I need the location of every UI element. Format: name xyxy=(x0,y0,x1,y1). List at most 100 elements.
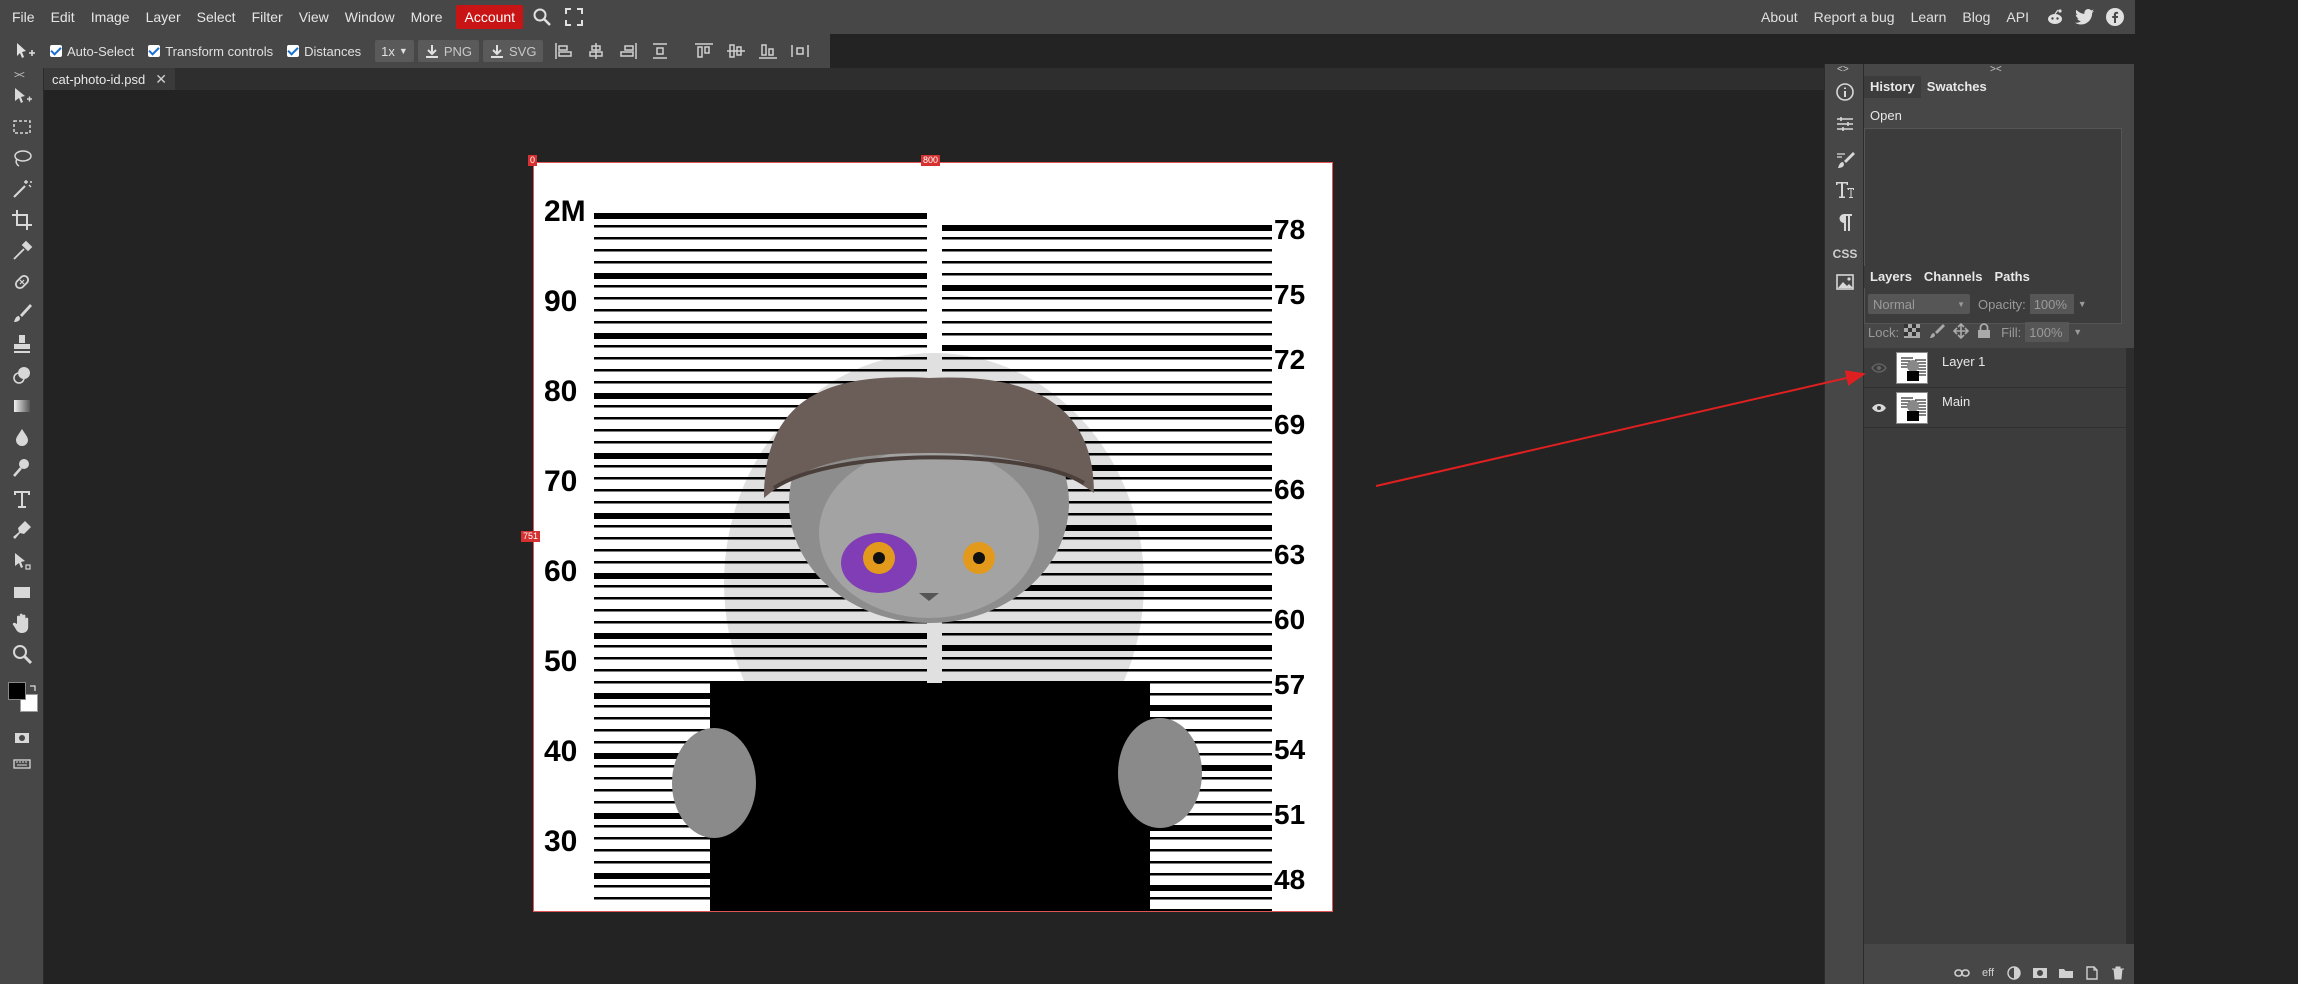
collapse-strip-button[interactable]: <> xyxy=(1837,64,1849,75)
align-bottom-icon[interactable] xyxy=(757,40,779,62)
export-svg-button[interactable]: SVG xyxy=(483,40,544,62)
report-bug-link[interactable]: Report a bug xyxy=(1806,9,1903,25)
link-layers-icon[interactable] xyxy=(1954,966,1970,980)
info-icon[interactable] xyxy=(1833,80,1857,104)
lasso-tool-icon[interactable] xyxy=(8,144,36,172)
eraser-tool-icon[interactable] xyxy=(8,361,36,389)
blur-tool-icon[interactable] xyxy=(8,423,36,451)
collapse-toolbar-button[interactable]: >< xyxy=(14,70,25,81)
path-select-tool-icon[interactable] xyxy=(8,547,36,575)
opacity-input[interactable]: 100% xyxy=(2029,294,2074,314)
marquee-tool-icon[interactable] xyxy=(8,113,36,141)
layer-row[interactable]: Main xyxy=(1864,388,2126,428)
layer-mask-icon[interactable] xyxy=(2032,966,2048,980)
chevron-down-icon[interactable]: ▼ xyxy=(2078,299,2087,309)
layer-name[interactable]: Layer 1 xyxy=(1942,354,1985,369)
healing-brush-tool-icon[interactable] xyxy=(8,268,36,296)
layer-row[interactable]: Layer 1 xyxy=(1864,348,2126,388)
type-tool-icon[interactable] xyxy=(8,485,36,513)
paragraph-icon[interactable] xyxy=(1833,210,1857,234)
move-tool-icon[interactable] xyxy=(8,82,36,110)
account-button[interactable]: Account xyxy=(456,5,524,29)
align-left-icon[interactable] xyxy=(553,40,575,62)
layer-effects-button[interactable]: eff xyxy=(1980,966,1996,980)
visibility-off-icon[interactable] xyxy=(1868,362,1890,373)
align-top-icon[interactable] xyxy=(693,40,715,62)
delete-layer-icon[interactable] xyxy=(2110,966,2126,980)
search-icon[interactable] xyxy=(529,4,555,30)
eyedropper-tool-icon[interactable] xyxy=(8,237,36,265)
blend-mode-select[interactable]: Normal ▼ xyxy=(1868,294,1970,314)
document-tab[interactable]: cat-photo-id.psd ✕ xyxy=(44,68,175,90)
facebook-icon[interactable] xyxy=(2103,5,2127,29)
magic-wand-tool-icon[interactable] xyxy=(8,175,36,203)
brush-settings-icon[interactable] xyxy=(1833,148,1857,172)
tab-swatches[interactable]: Swatches xyxy=(1921,76,1993,98)
adjustment-layer-icon[interactable] xyxy=(2006,966,2022,980)
align-right-icon[interactable] xyxy=(617,40,639,62)
menu-file[interactable]: File xyxy=(4,5,43,29)
layer-name[interactable]: Main xyxy=(1942,394,1970,409)
gradient-tool-icon[interactable] xyxy=(8,392,36,420)
blog-link[interactable]: Blog xyxy=(1954,9,1998,25)
lock-position-icon[interactable] xyxy=(1952,322,1970,342)
menu-view[interactable]: View xyxy=(291,5,337,29)
tab-paths[interactable]: Paths xyxy=(1988,266,2035,288)
hand-tool-icon[interactable] xyxy=(8,609,36,637)
align-center-icon[interactable] xyxy=(585,40,607,62)
fill-input[interactable]: 100% xyxy=(2025,322,2070,342)
visibility-icon[interactable] xyxy=(1868,403,1890,413)
chevron-down-icon[interactable]: ▼ xyxy=(2073,327,2082,337)
api-link[interactable]: API xyxy=(1998,9,2037,25)
distances-checkbox[interactable]: Distances xyxy=(287,44,361,59)
dodge-tool-icon[interactable] xyxy=(8,454,36,482)
menu-more[interactable]: More xyxy=(403,5,451,29)
menu-filter[interactable]: Filter xyxy=(244,5,291,29)
foreground-color-swatch[interactable] xyxy=(8,682,26,700)
transform-controls-checkbox[interactable]: Transform controls xyxy=(148,44,273,59)
twitter-icon[interactable] xyxy=(2073,5,2097,29)
fullscreen-icon[interactable] xyxy=(561,4,587,30)
tab-layers[interactable]: Layers xyxy=(1864,266,1918,288)
menu-edit[interactable]: Edit xyxy=(43,5,83,29)
learn-link[interactable]: Learn xyxy=(1903,9,1955,25)
menu-layer[interactable]: Layer xyxy=(138,5,189,29)
menu-image[interactable]: Image xyxy=(83,5,138,29)
lock-pixels-icon[interactable] xyxy=(1929,323,1946,342)
menu-window[interactable]: Window xyxy=(337,5,403,29)
swap-colors-icon[interactable] xyxy=(29,680,37,691)
reddit-icon[interactable] xyxy=(2043,5,2067,29)
menu-select[interactable]: Select xyxy=(189,5,244,29)
collapse-panels-button[interactable]: >< xyxy=(1990,64,2002,75)
align-middle-icon[interactable] xyxy=(725,40,747,62)
crop-tool-icon[interactable] xyxy=(8,206,36,234)
quick-mask-icon[interactable] xyxy=(8,724,36,752)
about-link[interactable]: About xyxy=(1753,9,1806,25)
tab-channels[interactable]: Channels xyxy=(1918,266,1989,288)
layers-scrollbar[interactable] xyxy=(2126,348,2134,944)
tab-history[interactable]: History xyxy=(1864,76,1921,98)
export-png-button[interactable]: PNG xyxy=(417,40,479,62)
clone-stamp-tool-icon[interactable] xyxy=(8,330,36,358)
brush-tool-icon[interactable] xyxy=(8,299,36,327)
new-layer-icon[interactable] xyxy=(2084,966,2100,980)
distribute-horizontal-icon[interactable] xyxy=(789,40,811,62)
auto-select-checkbox[interactable]: Auto-Select xyxy=(50,44,134,59)
lock-transparency-icon[interactable] xyxy=(1903,323,1921,342)
lock-all-icon[interactable] xyxy=(1977,322,1991,342)
rectangle-tool-icon[interactable] xyxy=(8,578,36,606)
distribute-vertical-icon[interactable] xyxy=(649,40,671,62)
new-group-icon[interactable] xyxy=(2058,966,2074,980)
close-icon[interactable]: ✕ xyxy=(155,71,167,88)
adjust-icon[interactable] xyxy=(1833,112,1857,136)
zoom-select[interactable]: 1x ▼ xyxy=(375,40,414,62)
document-canvas[interactable]: 2M 90 80 70 60 50 40 30 78 75 72 69 66 63 60 57 54 51 48 xyxy=(533,162,1333,912)
image-icon[interactable] xyxy=(1833,270,1857,294)
pen-tool-icon[interactable] xyxy=(8,516,36,544)
character-icon[interactable] xyxy=(1833,178,1857,202)
color-swatches[interactable] xyxy=(6,678,40,714)
zoom-tool-icon[interactable] xyxy=(8,640,36,668)
keyboard-icon[interactable] xyxy=(8,750,36,778)
css-icon[interactable]: CSS xyxy=(1833,242,1858,266)
history-item-open[interactable]: Open xyxy=(1864,104,2122,127)
